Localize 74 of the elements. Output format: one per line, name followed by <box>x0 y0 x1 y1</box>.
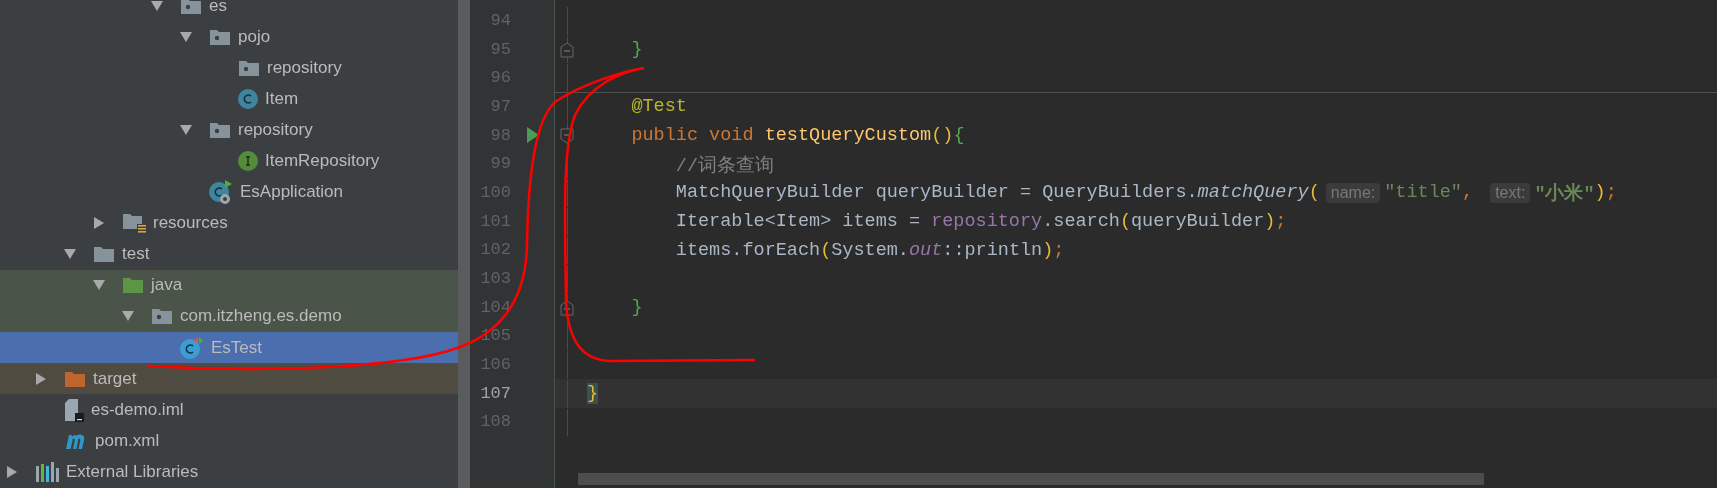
code-token: "小米" <box>1534 182 1595 206</box>
code-token: ) <box>1264 211 1276 233</box>
library-icon <box>35 461 59 482</box>
code-token: { <box>953 125 965 147</box>
expand-arrow-icon[interactable] <box>5 464 19 479</box>
tree-item[interactable]: target <box>0 363 458 395</box>
folder-icon <box>122 276 144 295</box>
parameter-hint: text: <box>1490 182 1531 203</box>
tree-item[interactable]: repository <box>0 114 458 146</box>
tree-item[interactable]: Item <box>0 83 458 115</box>
class-gear-icon <box>209 180 233 205</box>
collapse-arrow-icon[interactable] <box>179 122 193 137</box>
test-class-icon <box>180 336 204 359</box>
tree-item[interactable]: pojo <box>0 21 458 53</box>
tree-item[interactable]: External Libraries <box>0 456 458 488</box>
tree-item[interactable]: es-demo.iml <box>0 394 458 426</box>
tree-item[interactable]: ItemRepository <box>0 145 458 177</box>
code-token: } <box>630 297 643 319</box>
code-token: matchQuery <box>1197 182 1309 204</box>
code-token: } <box>587 383 599 405</box>
code-token: , <box>1461 182 1475 204</box>
interface-icon <box>238 151 258 171</box>
tree-item[interactable]: EsApplication <box>0 176 458 208</box>
scrollbar[interactable] <box>458 0 470 488</box>
code-token: ) <box>1042 239 1054 261</box>
fold-marker-icon[interactable] <box>560 127 574 144</box>
code-token: .search <box>1042 211 1120 233</box>
code-token: ( <box>820 239 832 261</box>
class-icon <box>238 88 258 109</box>
code-token: testQueryCustom <box>764 125 932 147</box>
tree-item[interactable]: pom.xml <box>0 425 458 457</box>
collapse-arrow-icon[interactable] <box>179 29 193 44</box>
code-token: ::println <box>942 239 1043 261</box>
code-token: Iterable<Item> items = <box>674 211 922 233</box>
package-folder-icon <box>151 307 173 326</box>
tree-item[interactable]: java <box>0 269 458 301</box>
code-token: ; <box>1053 239 1065 261</box>
collapse-arrow-icon[interactable] <box>150 0 164 13</box>
resources-folder-icon <box>122 212 146 235</box>
code-token: "title" <box>1384 182 1462 204</box>
tree-item[interactable]: repository <box>0 52 458 84</box>
folder-icon <box>64 369 86 388</box>
parameter-hint: name: <box>1325 182 1381 203</box>
code-token: MatchQueryBuilder queryBuilder = QueryBuilders. <box>674 182 1198 204</box>
package-folder-icon <box>238 58 260 77</box>
code-token: repository <box>931 211 1043 233</box>
code-token: items.forEach <box>674 239 821 261</box>
tree-item[interactable]: es <box>0 0 458 22</box>
run-icon[interactable] <box>526 127 539 144</box>
code-token: ; <box>1605 182 1617 204</box>
fold-marker-icon[interactable] <box>560 41 574 58</box>
file-icon <box>64 397 84 422</box>
code-token: public void <box>630 125 755 147</box>
code-token: } <box>630 39 643 61</box>
line-number: 107 <box>479 383 511 403</box>
expand-arrow-icon[interactable] <box>34 371 48 386</box>
scrollbar[interactable] <box>578 473 1484 485</box>
code-token: System. <box>831 239 909 261</box>
expand-arrow-icon[interactable] <box>92 216 106 231</box>
code-token: ) <box>1594 182 1606 204</box>
tree-item[interactable]: resources <box>0 207 458 239</box>
tree-item[interactable]: com.itzheng.es.demo <box>0 300 458 333</box>
code-token: ( <box>1119 211 1131 233</box>
code-token: out <box>908 239 943 261</box>
code-token: queryBuilder <box>1131 211 1265 233</box>
code-token: //词条查询 <box>674 154 775 177</box>
code-token: ( <box>1308 182 1320 204</box>
code-token: @Test <box>630 96 687 118</box>
tree-item[interactable]: test <box>0 238 458 270</box>
package-folder-icon <box>209 27 231 46</box>
package-folder-icon <box>209 120 231 139</box>
code-token: ; <box>1275 211 1287 233</box>
folder-icon <box>93 245 115 264</box>
code-token: () <box>931 125 954 147</box>
